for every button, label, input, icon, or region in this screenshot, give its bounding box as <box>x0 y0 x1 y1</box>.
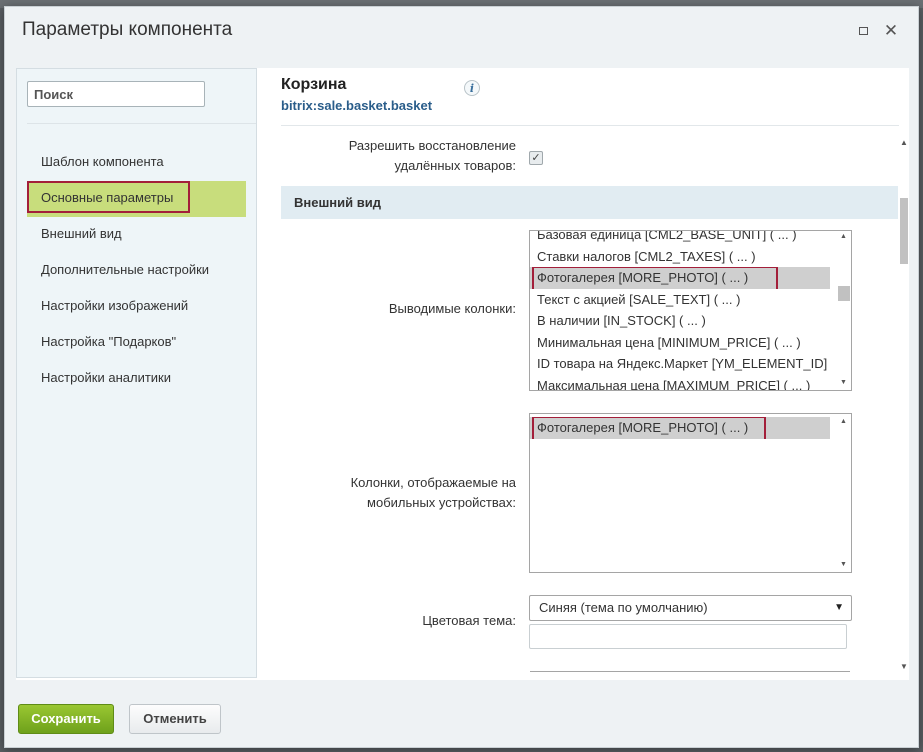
sidebar-item-label: Настройки аналитики <box>41 370 172 385</box>
list-item[interactable]: ID товара на Яндекс.Маркет [YM_ELEMENT_I… <box>530 353 830 375</box>
dialog-footer: Сохранить Отменить <box>5 691 918 747</box>
cancel-button[interactable]: Отменить <box>129 704 221 734</box>
mobile-columns-label: Колонки, отображаемые на мобильных устро… <box>350 475 516 510</box>
scroll-thumb[interactable] <box>838 286 850 301</box>
sidebar-item-image-settings[interactable]: Настройки изображений <box>17 289 256 325</box>
dialog-titlebar[interactable]: Параметры компонента ✕ <box>5 7 918 55</box>
section-appearance-header[interactable]: Внешний вид <box>281 186 898 219</box>
sidebar: Шаблон компонента Основные параметры Вне… <box>16 68 257 678</box>
component-code: bitrix:sale.basket.basket <box>281 98 433 113</box>
sidebar-item-analytics-settings[interactable]: Настройки аналитики <box>17 361 256 397</box>
list-item-selected[interactable]: Фотогалерея [MORE_PHOTO] ( ... ) <box>530 417 830 439</box>
chevron-down-icon: ▼ <box>834 602 844 613</box>
color-theme-label: Цветовая тема: <box>422 613 516 628</box>
sidebar-item-additional-settings[interactable]: Дополнительные настройки <box>17 253 256 289</box>
mobile-columns-listbox[interactable]: Фотогалерея [MORE_PHOTO] ( ... ) ▲ ▼ <box>529 413 852 573</box>
scroll-down-icon[interactable]: ▼ <box>900 662 908 671</box>
restore-deleted-label: Разрешить восстановление удалённых товар… <box>348 138 516 173</box>
scroll-down-icon[interactable]: ▼ <box>840 561 847 568</box>
divider <box>27 123 256 124</box>
list-item[interactable]: Максимальная цена [MAXIMUM_PRICE] ( ... … <box>530 375 830 391</box>
scroll-thumb[interactable] <box>900 198 908 264</box>
color-theme-custom-input[interactable] <box>529 624 847 649</box>
params-scrollbar[interactable]: ▲ ▼ <box>898 136 909 676</box>
highlight-box <box>532 417 766 439</box>
list-item[interactable]: Текст с акцией [SALE_TEXT] ( ... ) <box>530 289 830 311</box>
save-button[interactable]: Сохранить <box>18 704 114 734</box>
sidebar-nav: Шаблон компонента Основные параметры Вне… <box>17 145 256 397</box>
sidebar-item-gifts-settings[interactable]: Настройка "Подарков" <box>17 325 256 361</box>
sidebar-item-label: Дополнительные настройки <box>41 262 210 277</box>
search-input[interactable] <box>27 81 205 107</box>
highlight-box <box>532 267 778 289</box>
columns-label: Выводимые колонки: <box>388 301 516 316</box>
sidebar-item-label: Настройка "Подарков" <box>41 334 177 349</box>
sidebar-item-appearance[interactable]: Внешний вид <box>17 217 256 253</box>
highlight-box <box>27 181 190 213</box>
scroll-up-icon[interactable]: ▲ <box>900 138 908 147</box>
sidebar-item-label: Настройки изображений <box>41 298 189 313</box>
main-panel: Корзина bitrix:sale.basket.basket i Разр… <box>276 68 909 678</box>
component-parameters-dialog: Параметры компонента ✕ Шаблон компонента… <box>4 6 919 748</box>
close-icon[interactable]: ✕ <box>881 21 901 41</box>
next-field-edge <box>530 671 850 672</box>
color-theme-select[interactable]: Синяя (тема по умолчанию) ▼ <box>529 595 852 621</box>
sidebar-item-label: Внешний вид <box>41 226 122 241</box>
list-item-selected[interactable]: Фотогалерея [MORE_PHOTO] ( ... ) <box>530 267 830 289</box>
restore-deleted-checkbox[interactable]: ✓ <box>529 151 543 165</box>
sidebar-item-label: Шаблон компонента <box>41 154 164 169</box>
dialog-content: Шаблон компонента Основные параметры Вне… <box>16 68 909 680</box>
listbox-scrollbar[interactable]: ▲ ▼ <box>837 231 851 390</box>
color-theme-value: Синяя (тема по умолчанию) <box>539 600 708 615</box>
list-item[interactable]: Ставки налогов [CML2_TAXES] ( ... ) <box>530 246 830 268</box>
scroll-down-icon[interactable]: ▼ <box>840 379 847 386</box>
maximize-icon[interactable] <box>853 21 873 41</box>
list-item[interactable]: Базовая единица [CML2_BASE_UNIT] ( ... ) <box>530 231 830 246</box>
sidebar-item-main-params[interactable]: Основные параметры <box>27 181 246 217</box>
listbox-scrollbar[interactable]: ▲ ▼ <box>837 414 851 572</box>
divider <box>281 125 899 126</box>
params-scroll-area[interactable]: Разрешить восстановление удалённых товар… <box>276 136 909 678</box>
info-icon[interactable]: i <box>464 80 480 96</box>
component-title: Корзина <box>281 76 347 93</box>
scroll-up-icon[interactable]: ▲ <box>840 233 847 240</box>
sidebar-item-template[interactable]: Шаблон компонента <box>17 145 256 181</box>
scroll-up-icon[interactable]: ▲ <box>840 418 847 425</box>
columns-listbox[interactable]: Базовая единица [CML2_BASE_UNIT] ( ... )… <box>529 230 852 391</box>
list-item[interactable]: В наличии [IN_STOCK] ( ... ) <box>530 310 830 332</box>
dialog-title: Параметры компонента <box>22 19 233 40</box>
list-item[interactable]: Минимальная цена [MINIMUM_PRICE] ( ... ) <box>530 332 830 354</box>
